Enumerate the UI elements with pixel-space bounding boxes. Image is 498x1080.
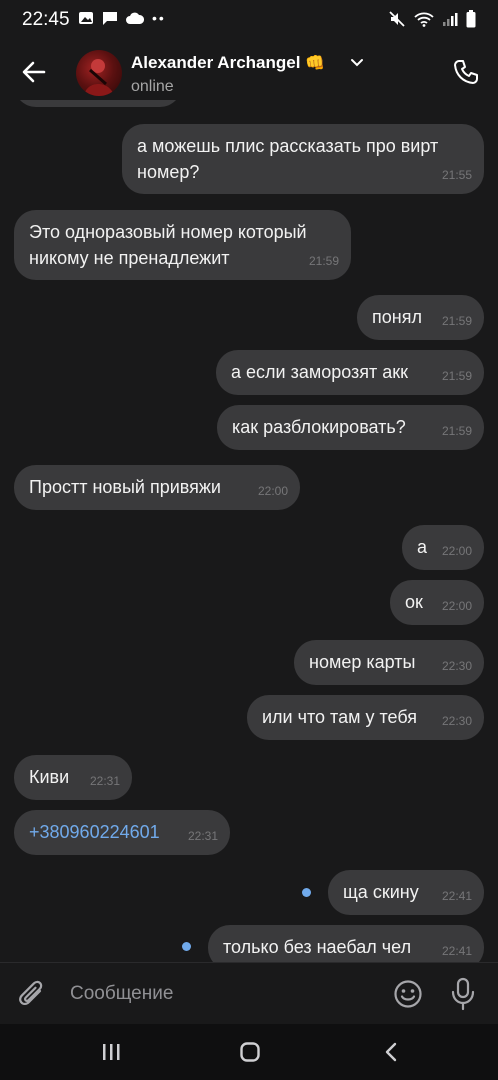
message-time: 21:55 (441, 168, 472, 182)
chat-header: Alexander Archangel 👊 online (0, 40, 498, 102)
message-bubble-outgoing[interactable]: а если заморозят акк 21:59 (216, 350, 484, 395)
chevron-down-icon[interactable] (350, 58, 364, 68)
system-navigation-bar (0, 1024, 498, 1080)
message-time: 21:59 (441, 424, 472, 438)
message-time: 22:00 (441, 599, 472, 613)
message-bubble-outgoing[interactable]: а можешь плис рассказать про вирт номер?… (122, 124, 484, 194)
message-list[interactable]: а можешь плис рассказать про вирт номер?… (0, 100, 498, 962)
message-time: 22:41 (441, 944, 472, 958)
clipped-message-bubble (14, 100, 182, 107)
message-composer: Сообщение (0, 962, 498, 1025)
unread-indicator (182, 942, 191, 951)
message-time: 22:31 (89, 774, 120, 788)
message-bubble-outgoing[interactable]: ща скину 22:41 (328, 870, 484, 915)
message-bubble-incoming[interactable]: Это одноразовый номер который никому не … (14, 210, 351, 280)
back-nav-icon[interactable] (380, 1042, 402, 1062)
unread-indicator (302, 888, 311, 897)
message-bubble-outgoing[interactable]: только без наебал чел 22:41 (208, 925, 484, 962)
message-input[interactable]: Сообщение (70, 983, 173, 1005)
gallery-notification-icon (79, 12, 93, 24)
status-time: 22:45 (22, 9, 70, 30)
contact-name[interactable]: Alexander Archangel 👊 (131, 53, 325, 73)
presence-status: online (131, 78, 174, 95)
message-bubble-incoming[interactable]: Простт новый привяжи 22:00 (14, 465, 300, 510)
back-arrow-icon[interactable] (18, 56, 50, 88)
message-time: 22:00 (257, 484, 288, 498)
microphone-icon[interactable] (450, 977, 476, 1011)
avatar[interactable] (76, 50, 122, 96)
message-time: 22:30 (441, 659, 472, 673)
status-bar: 22:45 •• (0, 0, 498, 40)
attach-icon[interactable] (18, 979, 48, 1011)
message-bubble-outgoing[interactable]: ок 22:00 (390, 580, 484, 625)
recent-apps-icon[interactable] (100, 1042, 122, 1062)
message-time: 22:00 (441, 544, 472, 558)
fist-emoji: 👊 (305, 55, 326, 72)
message-time: 22:30 (441, 714, 472, 728)
message-time: 22:31 (187, 829, 218, 843)
home-icon[interactable] (239, 1042, 261, 1062)
message-notification-icon (103, 12, 117, 25)
message-time: 21:59 (308, 254, 339, 268)
message-text-line: Это одноразовый номер который (29, 222, 307, 242)
message-text-line: никому не пренадлежит (29, 248, 230, 268)
cloud-icon (126, 12, 144, 24)
wifi-icon (414, 12, 434, 27)
message-text-line: а можешь плис рассказать про вирт (137, 136, 439, 156)
battery-icon (466, 10, 476, 28)
message-bubble-incoming[interactable]: +380960224601 22:31 (14, 810, 230, 855)
message-bubble-incoming[interactable]: Киви 22:31 (14, 755, 132, 800)
phone-call-icon[interactable] (452, 58, 480, 86)
mute-icon (389, 11, 405, 27)
signal-icon (443, 13, 458, 26)
contact-name-text: Alexander Archangel (131, 53, 301, 72)
message-bubble-outgoing[interactable]: или что там у тебя 22:30 (247, 695, 484, 740)
message-time: 21:59 (441, 369, 472, 383)
message-time: 22:41 (441, 889, 472, 903)
message-time: 21:59 (441, 314, 472, 328)
message-bubble-outgoing[interactable]: номер карты 22:30 (294, 640, 484, 685)
message-bubble-outgoing[interactable]: а 22:00 (402, 525, 484, 570)
emoji-icon[interactable] (393, 979, 423, 1009)
message-bubble-outgoing[interactable]: как разблокировать? 21:59 (217, 405, 484, 450)
message-bubble-outgoing[interactable]: понял 21:59 (357, 295, 484, 340)
message-text-line: номер? (137, 162, 200, 182)
more-notifications-icon: •• (152, 10, 166, 26)
